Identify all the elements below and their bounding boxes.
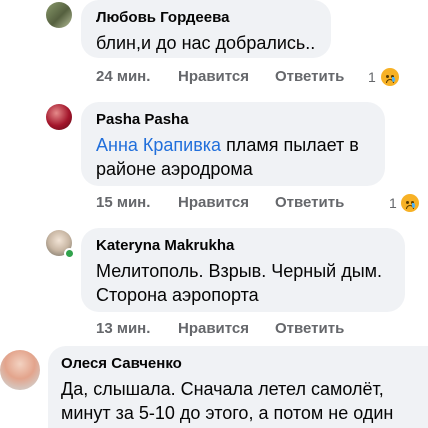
comment-text-line1: Да, слышала. Сначала летел самолёт, [61,379,384,399]
sad-reaction-icon [381,68,399,86]
comment-text-line1: пламя пылает в [221,135,359,155]
comment-author[interactable]: Kateryna Makrukha [96,237,234,254]
comment-text-line1: Мелитополь. Взрыв. Черный дым. [96,261,383,281]
like-button[interactable]: Нравится [178,194,249,211]
reply-button[interactable]: Ответить [275,194,344,211]
avatar[interactable] [46,2,72,28]
comment-4: Олеся Савченко Да, слышала. Сначала лете… [0,344,428,428]
comment-text-line2: Сторона аэропорта [96,285,259,305]
comment-text: блин,и до нас добрались.. [96,33,316,53]
like-button[interactable]: Нравится [178,320,249,337]
comment-time[interactable]: 24 мин. [96,68,150,85]
reaction-summary[interactable]: 1 [389,194,425,215]
like-button[interactable]: Нравится [178,68,249,85]
reaction-summary[interactable]: 1 [368,68,408,89]
sad-reaction-icon [401,194,419,212]
comment-text-line2: районе аэродрома [96,159,253,179]
comment-author[interactable]: Олеся Савченко [61,355,182,372]
online-status-icon [64,248,75,259]
comment-1: Любовь Гордеева блин,и до нас добрались.… [0,0,428,100]
reaction-count: 1 [389,195,397,211]
reaction-count: 1 [368,69,376,85]
reply-button[interactable]: Ответить [275,68,344,85]
comment-actions: 15 мин. Нравится Ответить [96,194,416,214]
comment-time[interactable]: 15 мин. [96,194,150,211]
comment-2: Pasha Pasha Анна Крапивка пламя пылает в… [0,96,428,220]
comment-text: Анна Крапивка пламя пылает в [96,133,359,158]
comment-actions: 13 мин. Нравится Ответить [96,320,416,340]
comment-text-line2: минут за 5-10 до этого, а потом не один [61,403,394,423]
comment-3: Kateryna Makrukha Мелитополь. Взрыв. Чер… [0,222,428,346]
comment-time[interactable]: 13 мин. [96,320,150,337]
comment-author[interactable]: Любовь Гордеева [96,9,229,26]
comment-author[interactable]: Pasha Pasha [96,111,189,128]
avatar[interactable] [0,350,40,390]
reply-button[interactable]: Ответить [275,320,344,337]
mention-link[interactable]: Анна Крапивка [96,135,221,155]
avatar[interactable] [46,104,72,130]
